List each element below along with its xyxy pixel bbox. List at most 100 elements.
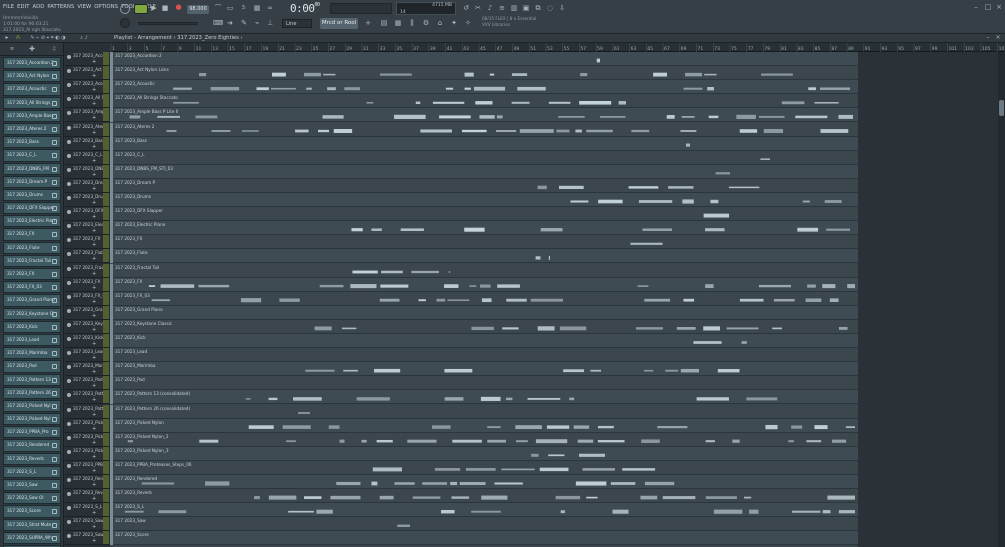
waveform-clip[interactable]: [819, 87, 850, 90]
waveform-clip[interactable]: [328, 425, 340, 429]
waveform-clip[interactable]: [563, 369, 585, 373]
track-header[interactable]: 317 2023_Flute +: [65, 249, 110, 264]
waveform-clip[interactable]: [637, 285, 649, 287]
download-icon[interactable]: ⇩: [558, 4, 566, 12]
waveform-clip[interactable]: [303, 496, 322, 499]
picker-item[interactable]: 317 2023_FX: [3, 268, 61, 281]
track-mute-strip[interactable]: [103, 164, 109, 178]
track-mute-strip[interactable]: [103, 150, 109, 164]
waveform-clip[interactable]: [792, 510, 821, 513]
track-mute-strip[interactable]: [103, 319, 109, 333]
menu-add[interactable]: ADD: [32, 4, 44, 10]
waveform-clip[interactable]: [635, 327, 663, 330]
track-mute-strip[interactable]: [103, 263, 109, 277]
waveform-clip[interactable]: [628, 186, 659, 189]
waveform-clip[interactable]: [644, 369, 654, 372]
picker-item[interactable]: 317 2023_Ateres 2: [3, 122, 61, 136]
waveform-clip[interactable]: [210, 86, 240, 91]
track-add-icon[interactable]: +: [92, 327, 96, 333]
tempo-display[interactable]: 98.000: [187, 5, 209, 14]
waveform-clip[interactable]: [758, 284, 792, 288]
waveform-clip[interactable]: [559, 185, 584, 190]
waveform-clip[interactable]: [640, 495, 658, 500]
picker-item[interactable]: 317 2023_Reverb: [3, 452, 61, 465]
waveform-clip[interactable]: [448, 271, 450, 273]
waveform-clip[interactable]: [475, 101, 493, 105]
waveform-clip[interactable]: [546, 425, 570, 429]
waveform-clip[interactable]: [630, 242, 663, 245]
track-add-icon[interactable]: +: [92, 101, 96, 107]
waveform-clip[interactable]: [597, 425, 614, 429]
waveform-clip[interactable]: [806, 440, 822, 443]
record-icon[interactable]: ●: [174, 3, 183, 11]
waveform-clip[interactable]: [758, 115, 785, 118]
waveform-clip[interactable]: [765, 424, 778, 430]
waveform-clip[interactable]: [515, 440, 528, 443]
track-mute-strip[interactable]: [103, 489, 109, 503]
track-add-icon[interactable]: +: [92, 440, 96, 446]
picker-item[interactable]: 317 2023_Kick: [3, 320, 61, 333]
track-header[interactable]: 317 2023_Pad +: [65, 376, 110, 391]
waveform-clip[interactable]: [339, 439, 345, 443]
waveform-clip[interactable]: [582, 468, 615, 471]
picker-item[interactable]: 317 2023_PPBA_Pro: [3, 426, 61, 439]
picker-item[interactable]: 317 2023_Dream P: [3, 175, 61, 188]
track-add-icon[interactable]: +: [92, 496, 96, 502]
waveform-clip[interactable]: [240, 298, 262, 303]
track-mute-strip[interactable]: [103, 362, 109, 376]
waveform-clip[interactable]: [444, 397, 464, 401]
track-enable-icon[interactable]: [67, 463, 71, 468]
waveform-clip[interactable]: [157, 115, 180, 118]
track-header[interactable]: 317 2023_Rend +: [65, 475, 110, 490]
waveform-clip[interactable]: [515, 425, 542, 430]
magnet-icon[interactable]: ∩: [14, 34, 22, 42]
picker-item[interactable]: 317 2023_Acoustic: [3, 83, 61, 96]
track-mute-strip[interactable]: [103, 517, 109, 531]
picker-item[interactable]: 317 2023_Strat Mute: [3, 518, 61, 531]
track-header[interactable]: 317 2023_Reve +: [65, 489, 110, 504]
track-mute-strip[interactable]: [103, 136, 109, 150]
waveform-clip[interactable]: [530, 298, 563, 302]
waveform-clip[interactable]: [268, 495, 297, 500]
track-add-icon[interactable]: +: [92, 454, 96, 460]
playlist-tools-icon[interactable]: ⌕ ♪: [74, 34, 94, 42]
waveform-clip[interactable]: [379, 298, 400, 302]
track-add-icon[interactable]: +: [92, 87, 96, 93]
waveform-clip[interactable]: [316, 509, 333, 514]
track-header[interactable]: 317 2023_Mari +: [65, 362, 110, 377]
track-enable-icon[interactable]: [67, 238, 71, 243]
waveform-clip[interactable]: [575, 481, 607, 486]
track-enable-icon[interactable]: [67, 322, 71, 327]
track-mute-strip[interactable]: [103, 178, 109, 192]
track-mute-strip[interactable]: [103, 66, 109, 80]
waveform-clip[interactable]: [822, 284, 836, 289]
waveform-clip[interactable]: [422, 482, 448, 485]
waveform-clip[interactable]: [481, 495, 508, 500]
track-add-icon[interactable]: +: [92, 228, 96, 234]
track-mute-strip[interactable]: [103, 376, 109, 390]
waveform-clip[interactable]: [350, 284, 377, 289]
waveform-clip[interactable]: [763, 128, 784, 134]
track-add-icon[interactable]: +: [92, 115, 96, 121]
waveform-clip[interactable]: [653, 72, 668, 77]
waveform-clip[interactable]: [205, 481, 230, 486]
waveform-clip[interactable]: [781, 101, 805, 105]
track-enable-icon[interactable]: [67, 478, 71, 482]
picker-item[interactable]: 317 2023_Saw Ol: [3, 492, 61, 505]
news-panel[interactable]: 08/15 FLEX | 8 x Essential VVV Libraries: [482, 16, 562, 30]
waveform-clip[interactable]: [434, 468, 461, 471]
waveform-clip[interactable]: [610, 482, 636, 485]
waveform-clip[interactable]: [540, 228, 563, 232]
waveform-clip[interactable]: [739, 298, 764, 302]
waveform-clip[interactable]: [366, 101, 374, 104]
waveform-clip[interactable]: [481, 298, 492, 303]
waveform-clip[interactable]: [558, 116, 585, 118]
track-enable-icon[interactable]: [67, 506, 71, 511]
mic-icon[interactable]: ♪: [486, 4, 494, 12]
waveform-clip[interactable]: [715, 172, 730, 175]
track-enable-icon[interactable]: [67, 365, 71, 370]
waveform-clip[interactable]: [829, 298, 839, 302]
waveform-clip[interactable]: [379, 495, 394, 500]
waveform-clip[interactable]: [638, 200, 673, 203]
waveform-clip[interactable]: [703, 326, 721, 331]
